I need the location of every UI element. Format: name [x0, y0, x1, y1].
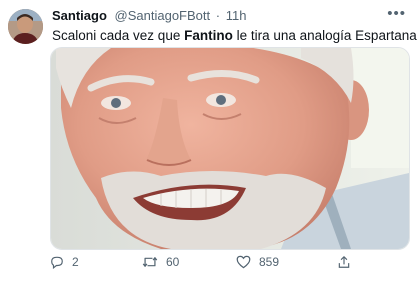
- more-options-icon[interactable]: •••: [387, 5, 406, 22]
- tweet-header: Santiago @SantiagoFBott · 11h: [52, 8, 246, 24]
- retweet-icon: [142, 257, 158, 267]
- retweet-count: 60: [166, 255, 180, 269]
- tweet-text-part: le tira una analogía Espartana: [232, 28, 417, 43]
- reply-button[interactable]: 2: [50, 255, 79, 269]
- tweet-actions: 2 60 859: [50, 255, 410, 275]
- retweet-button[interactable]: 60: [142, 255, 179, 269]
- tweet-text: Scaloni cada vez que Fantino le tira una…: [52, 27, 417, 44]
- share-icon: [338, 256, 350, 268]
- share-button[interactable]: [337, 255, 351, 269]
- tweet-card[interactable]: Santiago @SantiagoFBott · 11h ••• Scalon…: [0, 0, 420, 281]
- meme-photo-icon: [51, 48, 409, 249]
- reply-count: 2: [72, 255, 79, 269]
- like-button[interactable]: 859: [236, 255, 279, 269]
- author-name[interactable]: Santiago: [52, 8, 107, 23]
- heart-icon: [236, 255, 251, 269]
- tweet-text-bold: Fantino: [184, 28, 233, 43]
- tweet-media-image[interactable]: [50, 47, 410, 250]
- reply-icon: [51, 256, 63, 269]
- like-count: 859: [259, 255, 280, 269]
- tweet-timestamp[interactable]: 11h: [226, 8, 247, 23]
- avatar[interactable]: [8, 9, 43, 44]
- tweet-text-part: Scaloni cada vez que: [52, 28, 185, 43]
- separator-dot: ·: [215, 8, 221, 23]
- author-handle[interactable]: @SantiagoFBott: [115, 8, 211, 23]
